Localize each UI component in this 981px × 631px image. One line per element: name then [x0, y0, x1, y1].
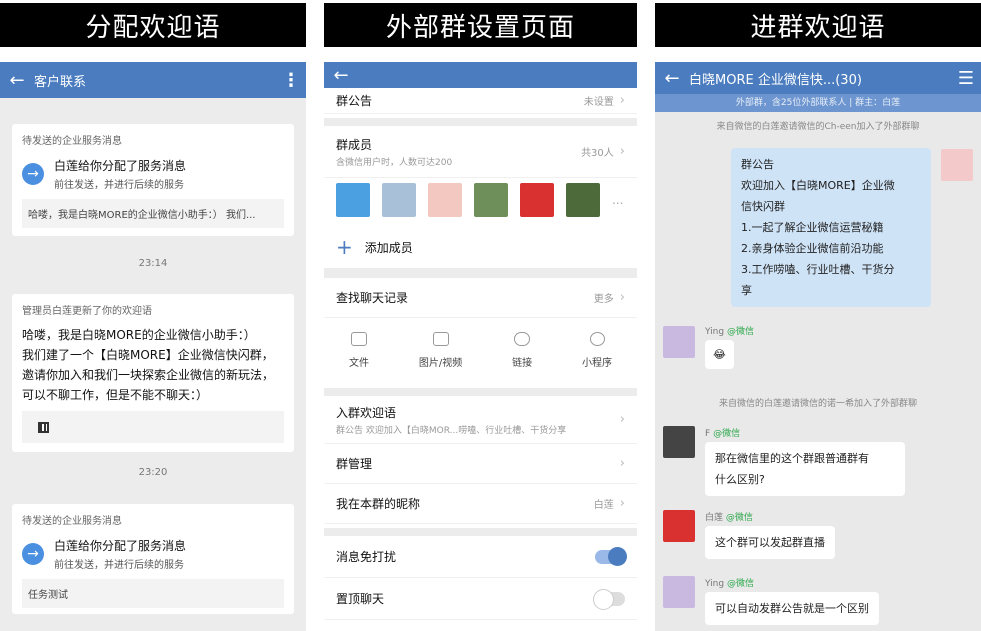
- menu-icon[interactable]: ☰: [951, 68, 981, 89]
- group-manage-row[interactable]: 群管理 ›: [324, 444, 637, 484]
- card-subtitle: 前往发送，并进行后续的服务: [54, 560, 184, 571]
- card-header: 管理员白莲更新了你的欢迎语: [22, 306, 152, 317]
- back-arrow-icon[interactable]: ←: [0, 70, 34, 91]
- folder-icon: [350, 331, 367, 346]
- avatar[interactable]: [663, 326, 695, 358]
- more-vertical-icon[interactable]: ⋮: [276, 70, 306, 91]
- row-value: 未设置: [583, 97, 614, 108]
- notice-bubble: 群公告 欢迎加入【白晓MORE】企业微 信快闪群 1.一起了解企业微信运营秘籍 2.亲…: [731, 148, 931, 307]
- plus-icon: +: [336, 235, 353, 259]
- more-avatars-icon[interactable]: ...: [612, 193, 623, 207]
- avatar[interactable]: [566, 183, 600, 217]
- sender-name: F @微信: [705, 429, 741, 439]
- avatar[interactable]: [336, 183, 370, 217]
- type-miniprogram[interactable]: 小程序: [582, 331, 612, 369]
- phone-screen: ← 群公告 未设置 › 群成员含微信用户时，人数可达200 共30人 › ... + 添…: [324, 62, 637, 631]
- message-preview: 任务测试: [22, 579, 284, 608]
- avatar[interactable]: [474, 183, 508, 217]
- screen-title: 客户联系: [34, 74, 87, 90]
- card-subtitle: 前往发送，并进行后续的服务: [54, 180, 184, 191]
- panel-group-chat: 进群欢迎语 ← 白晓MORE 企业微信快...(30) ☰ 外部群，含25位外部…: [655, 0, 981, 631]
- avatar[interactable]: [520, 183, 554, 217]
- type-media[interactable]: 图片/视频: [419, 331, 462, 369]
- arrow-right-icon: →: [22, 163, 44, 185]
- pin-toggle[interactable]: [593, 588, 625, 610]
- avatar[interactable]: [941, 149, 973, 181]
- avatar[interactable]: [663, 510, 695, 542]
- welcome-text: 哈喽，我是白晓MORE的企业微信小助手：） 我们建了一个【白晓MORE】企业微信快…: [22, 328, 275, 402]
- top-bar: ← 白晓MORE 企业微信快...(30) ☰: [655, 62, 981, 94]
- card-title: 白莲给你分配了服务消息: [54, 159, 187, 173]
- chevron-right-icon: ›: [619, 496, 625, 511]
- chat-bubble: 那在微信里的这个群跟普通群有 什么区别?: [705, 442, 905, 496]
- group-info: 外部群，含25位外部联系人 | 群主：白莲: [655, 94, 981, 112]
- chat-bubble: 这个群可以发起群直播: [705, 526, 835, 559]
- pin-row: 置顶聊天: [324, 578, 637, 620]
- group-options: 入群欢迎语 群公告 欢迎加入【白晓MOR...唠嗑、行业吐槽、干货分享 › 群管理 ›…: [324, 396, 637, 528]
- history-types: 文件 图片/视频 链接 小程序: [324, 318, 637, 382]
- sender-name: Ying @微信: [705, 579, 754, 589]
- qrcode-icon: [38, 422, 49, 433]
- panel-group-settings: 外部群设置页面 ← 群公告 未设置 › 群成员含微信用户时，人数可达200 共30人…: [324, 0, 637, 631]
- avatar[interactable]: [663, 576, 695, 608]
- chat-title: 白晓MORE 企业微信快...(30): [689, 72, 862, 88]
- add-member-button[interactable]: + 添加成员: [324, 226, 637, 268]
- row-sublabel: 含微信用户时，人数可达200: [336, 157, 453, 168]
- member-count: 共30人: [581, 148, 614, 159]
- type-links[interactable]: 链接: [512, 331, 532, 369]
- service-message-card[interactable]: 待发送的企业服务消息 → 白莲给你分配了服务消息 前往发送，并进行后续的服务 哈…: [12, 124, 294, 236]
- members-section: 群成员含微信用户时，人数可达200 共30人 › ... + 添加成员: [324, 126, 637, 268]
- chevron-right-icon: ›: [619, 144, 625, 159]
- miniprogram-icon: [589, 331, 605, 346]
- qr-attachment[interactable]: [22, 411, 284, 443]
- phone-screen: ← 白晓MORE 企业微信快...(30) ☰ 外部群，含25位外部联系人 | …: [655, 62, 981, 631]
- image-icon: [432, 331, 449, 346]
- member-avatars: ...: [324, 178, 637, 222]
- welcome-update-card: 管理员白莲更新了你的欢迎语 哈喽，我是白晓MORE的企业微信小助手：） 我们建了一…: [12, 294, 294, 452]
- system-message: 来自微信的白莲邀请微信的Ch-een加入了外部群聊: [716, 122, 920, 132]
- service-message-card[interactable]: 待发送的企业服务消息 → 白莲给你分配了服务消息 前往发送，并进行后续的服务 任…: [12, 504, 294, 614]
- message-preview: 哈喽，我是白晓MORE的企业微信小助手：） 我们...: [22, 199, 284, 228]
- history-section: 查找聊天记录 更多 › 文件 图片/视频 链接 小程序: [324, 278, 637, 388]
- chevron-right-icon: ›: [619, 93, 625, 108]
- top-bar: ← 客户联系 ⋮: [0, 62, 306, 98]
- panel-assign-welcome: 分配欢迎语 ← 客户联系 ⋮ 待发送的企业服务消息 → 白莲给你分配了服务消息 …: [0, 0, 306, 631]
- avatar[interactable]: [428, 183, 462, 217]
- arrow-right-icon: →: [22, 543, 44, 565]
- card-header: 待发送的企业服务消息: [22, 516, 122, 527]
- row-label: 群成员: [336, 137, 373, 152]
- nickname-row[interactable]: 我在本群的昵称 白莲 ›: [324, 484, 637, 524]
- top-bar: ←: [324, 62, 637, 88]
- back-arrow-icon[interactable]: ←: [655, 68, 689, 89]
- row-label: 群公告: [336, 94, 373, 108]
- banner-title: 分配欢迎语: [0, 3, 306, 47]
- chat-bubble: 😂: [705, 340, 734, 369]
- toggle-section: 消息免打扰 置顶聊天: [324, 536, 637, 631]
- banner-title: 进群欢迎语: [655, 3, 981, 47]
- notice-row[interactable]: 群公告 未设置 ›: [324, 88, 637, 118]
- avatar[interactable]: [382, 183, 416, 217]
- dnd-toggle[interactable]: [595, 546, 627, 566]
- sender-name: 白莲 @微信: [705, 513, 753, 523]
- chat-bubble: 可以自动发群公告就是一个区别: [705, 592, 879, 625]
- search-history-row[interactable]: 查找聊天记录 更多 ›: [324, 278, 637, 318]
- dnd-row: 消息免打扰: [324, 536, 637, 578]
- banner-title: 外部群设置页面: [324, 3, 637, 47]
- chevron-right-icon: ›: [619, 290, 625, 305]
- members-row[interactable]: 群成员含微信用户时，人数可达200 共30人 ›: [324, 126, 637, 178]
- card-title: 白莲给你分配了服务消息: [54, 539, 187, 553]
- chevron-right-icon: ›: [619, 412, 625, 427]
- timestamp: 23:20: [138, 467, 168, 478]
- card-header: 待发送的企业服务消息: [22, 136, 122, 147]
- sender-name: Ying @微信: [705, 327, 754, 337]
- timestamp: 23:14: [138, 258, 168, 269]
- phone-screen: ← 客户联系 ⋮ 待发送的企业服务消息 → 白莲给你分配了服务消息 前往发送，并…: [0, 62, 306, 631]
- back-arrow-icon[interactable]: ←: [324, 65, 358, 86]
- avatar[interactable]: [663, 426, 695, 458]
- system-message: 来自微信的白莲邀请微信的诺一希加入了外部群聊: [718, 399, 917, 409]
- welcome-message-row[interactable]: 入群欢迎语 群公告 欢迎加入【白晓MOR...唠嗑、行业吐槽、干货分享 ›: [324, 396, 637, 444]
- link-icon: [514, 331, 531, 346]
- chevron-right-icon: ›: [619, 456, 625, 471]
- type-files[interactable]: 文件: [349, 331, 369, 369]
